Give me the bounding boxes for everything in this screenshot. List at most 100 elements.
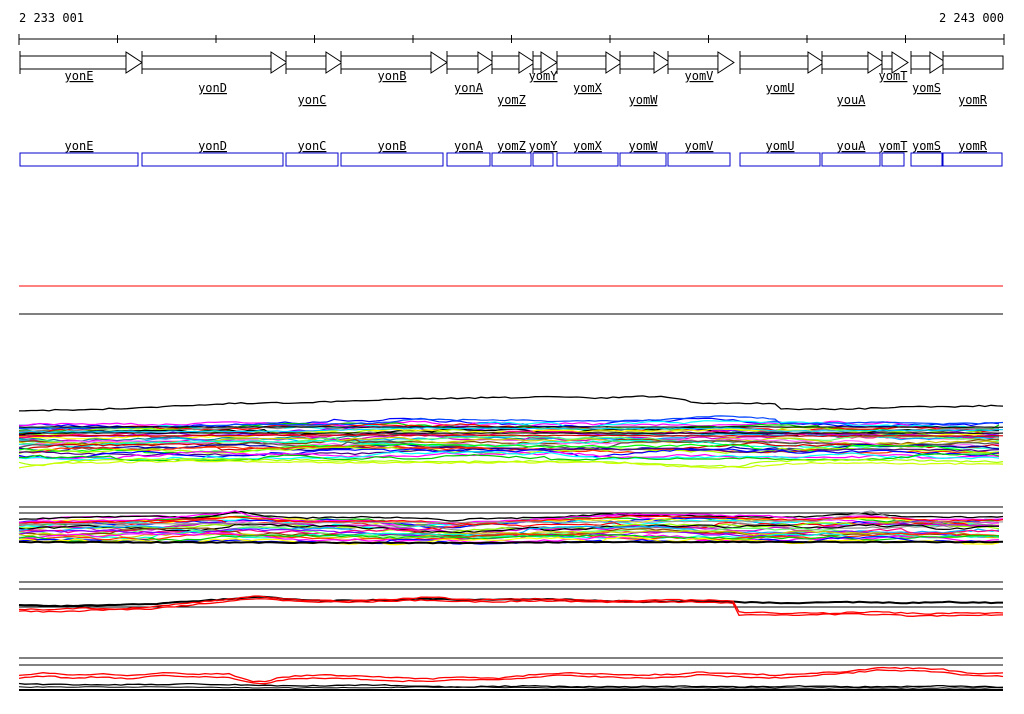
- gene-label-yomW[interactable]: yomW: [629, 93, 659, 107]
- gene-box-label-youA[interactable]: youA: [837, 139, 867, 153]
- gene-box-yomV[interactable]: yomV: [667, 139, 731, 167]
- gene-body[interactable]: [491, 55, 520, 70]
- gene-box-label-yonE[interactable]: yonE: [65, 139, 94, 153]
- gene-box[interactable]: [532, 152, 554, 167]
- gene-box[interactable]: [667, 152, 731, 167]
- gene-label-yomT[interactable]: yomT: [879, 69, 908, 83]
- gene-box[interactable]: [619, 152, 667, 167]
- gene-box-label-yomX[interactable]: yomX: [573, 139, 603, 153]
- gene-box-yonE[interactable]: yonE: [19, 139, 139, 167]
- gene-label-yomV[interactable]: yomV: [685, 69, 714, 83]
- gene-body[interactable]: [942, 55, 1004, 70]
- gene-box[interactable]: [446, 152, 491, 167]
- gene-body[interactable]: [821, 55, 869, 70]
- threshold-lines: [19, 285, 1003, 315]
- gene-arrow-youA[interactable]: youA: [821, 51, 885, 107]
- gene-label-yonE[interactable]: yonE: [65, 69, 94, 83]
- gene-label-yonD[interactable]: yonD: [198, 81, 227, 95]
- gene-label-yomY[interactable]: yomY: [529, 69, 559, 83]
- gene-box[interactable]: [910, 152, 943, 167]
- gene-box[interactable]: [556, 152, 619, 167]
- gene-arrowhead[interactable]: [430, 51, 448, 74]
- gene-arrow-yonC[interactable]: yonC: [285, 51, 343, 107]
- gene-body[interactable]: [619, 55, 655, 70]
- gene-arrow-yomS[interactable]: yomS: [910, 51, 947, 95]
- gene-box-label-yonC[interactable]: yonC: [298, 139, 327, 153]
- gene-label-yomS[interactable]: yomS: [912, 81, 941, 95]
- gene-arrow-yomV[interactable]: yomV: [667, 51, 735, 83]
- gene-box[interactable]: [942, 152, 1003, 167]
- gene-box-label-yomR[interactable]: yomR: [958, 139, 988, 153]
- gene-box-yomZ[interactable]: yomZ: [491, 139, 532, 167]
- gene-box-label-yomY[interactable]: yomY: [529, 139, 559, 153]
- gene-box-yomX[interactable]: yomX: [556, 139, 619, 167]
- gene-label-yomU[interactable]: yomU: [766, 81, 795, 95]
- gene-label-yomR[interactable]: yomR: [958, 93, 988, 107]
- signal-curve: [18, 426, 1004, 428]
- gene-body[interactable]: [285, 55, 327, 70]
- gene-box-label-yomU[interactable]: yomU: [766, 139, 795, 153]
- gene-box-label-yomT[interactable]: yomT: [879, 139, 908, 153]
- gene-box[interactable]: [739, 152, 821, 167]
- gene-box-label-yomZ[interactable]: yomZ: [497, 139, 526, 153]
- gene-label-yomZ[interactable]: yomZ: [497, 93, 526, 107]
- gene-box-yomT[interactable]: yomT: [879, 139, 908, 167]
- gene-body[interactable]: [739, 55, 809, 70]
- gene-body[interactable]: [667, 55, 719, 70]
- gene-box-label-yomW[interactable]: yomW: [629, 139, 659, 153]
- gene-box[interactable]: [881, 152, 905, 167]
- expression-profile-stack-1: [18, 395, 1004, 469]
- gene-box-yonC[interactable]: yonC: [285, 139, 339, 167]
- gene-label-youA[interactable]: youA: [837, 93, 867, 107]
- gene-box-yonA[interactable]: yonA: [446, 139, 491, 167]
- gene-box-label-yonA[interactable]: yonA: [454, 139, 484, 153]
- gene-box-label-yonB[interactable]: yonB: [378, 139, 407, 153]
- gene-body[interactable]: [446, 55, 479, 70]
- gene-box[interactable]: [491, 152, 532, 167]
- signal-curve: [18, 595, 1004, 615]
- gene-arrowhead[interactable]: [717, 51, 735, 74]
- gene-label-yonB[interactable]: yonB: [378, 69, 407, 83]
- gene-arrow-yonE[interactable]: yonE: [19, 51, 143, 83]
- gene-box-yomY[interactable]: yomY: [529, 139, 559, 167]
- gene-box-yonD[interactable]: yonD: [141, 139, 284, 167]
- gene-arrow-yomR[interactable]: yomR: [942, 51, 1004, 107]
- genome-browser-canvas: yonEyonDyonCyonByonAyomZyomYyomXyomWyomV…: [18, 34, 1005, 691]
- gene-arrowhead[interactable]: [125, 51, 143, 74]
- gene-label-yomX[interactable]: yomX: [573, 81, 603, 95]
- gene-body[interactable]: [340, 55, 432, 70]
- gene-arrow-yomW[interactable]: yomW: [619, 51, 671, 107]
- gene-box-yomR[interactable]: yomR: [942, 139, 1003, 167]
- gene-box-youA[interactable]: youA: [821, 139, 881, 167]
- gene-arrow-yomU[interactable]: yomU: [739, 51, 825, 95]
- gene-box-label-yonD[interactable]: yonD: [198, 139, 227, 153]
- gene-arrowhead[interactable]: [325, 51, 343, 74]
- gene-box[interactable]: [141, 152, 284, 167]
- gene-body[interactable]: [881, 55, 893, 70]
- gene-body[interactable]: [910, 55, 931, 70]
- gene-box-yomW[interactable]: yomW: [619, 139, 667, 167]
- gene-arrow-yonA[interactable]: yonA: [446, 51, 495, 95]
- gene-label-yonA[interactable]: yonA: [454, 81, 484, 95]
- gene-arrow-yonD[interactable]: yonD: [141, 51, 288, 95]
- gene-box[interactable]: [821, 152, 881, 167]
- gene-box[interactable]: [285, 152, 339, 167]
- gene-box[interactable]: [19, 152, 139, 167]
- gene-body[interactable]: [532, 55, 542, 70]
- gene-arrow-yomX[interactable]: yomX: [556, 51, 623, 95]
- gene-box[interactable]: [340, 152, 444, 167]
- gene-body[interactable]: [19, 55, 127, 70]
- gene-arrowhead[interactable]: [270, 51, 288, 74]
- gene-arrow-yomT[interactable]: yomT: [879, 51, 909, 83]
- gene-arrow-yonB[interactable]: yonB: [340, 51, 448, 83]
- gene-label-yonC[interactable]: yonC: [298, 93, 327, 107]
- gene-arrow-yomY[interactable]: yomY: [529, 51, 559, 83]
- gene-body[interactable]: [556, 55, 607, 70]
- gene-box-yomS[interactable]: yomS: [910, 139, 943, 167]
- gene-box-label-yomV[interactable]: yomV: [685, 139, 714, 153]
- gene-box-yonB[interactable]: yonB: [340, 139, 444, 167]
- signal-curve: [18, 540, 1004, 545]
- gene-box-label-yomS[interactable]: yomS: [912, 139, 941, 153]
- gene-box-yomU[interactable]: yomU: [739, 139, 821, 167]
- gene-body[interactable]: [141, 55, 272, 70]
